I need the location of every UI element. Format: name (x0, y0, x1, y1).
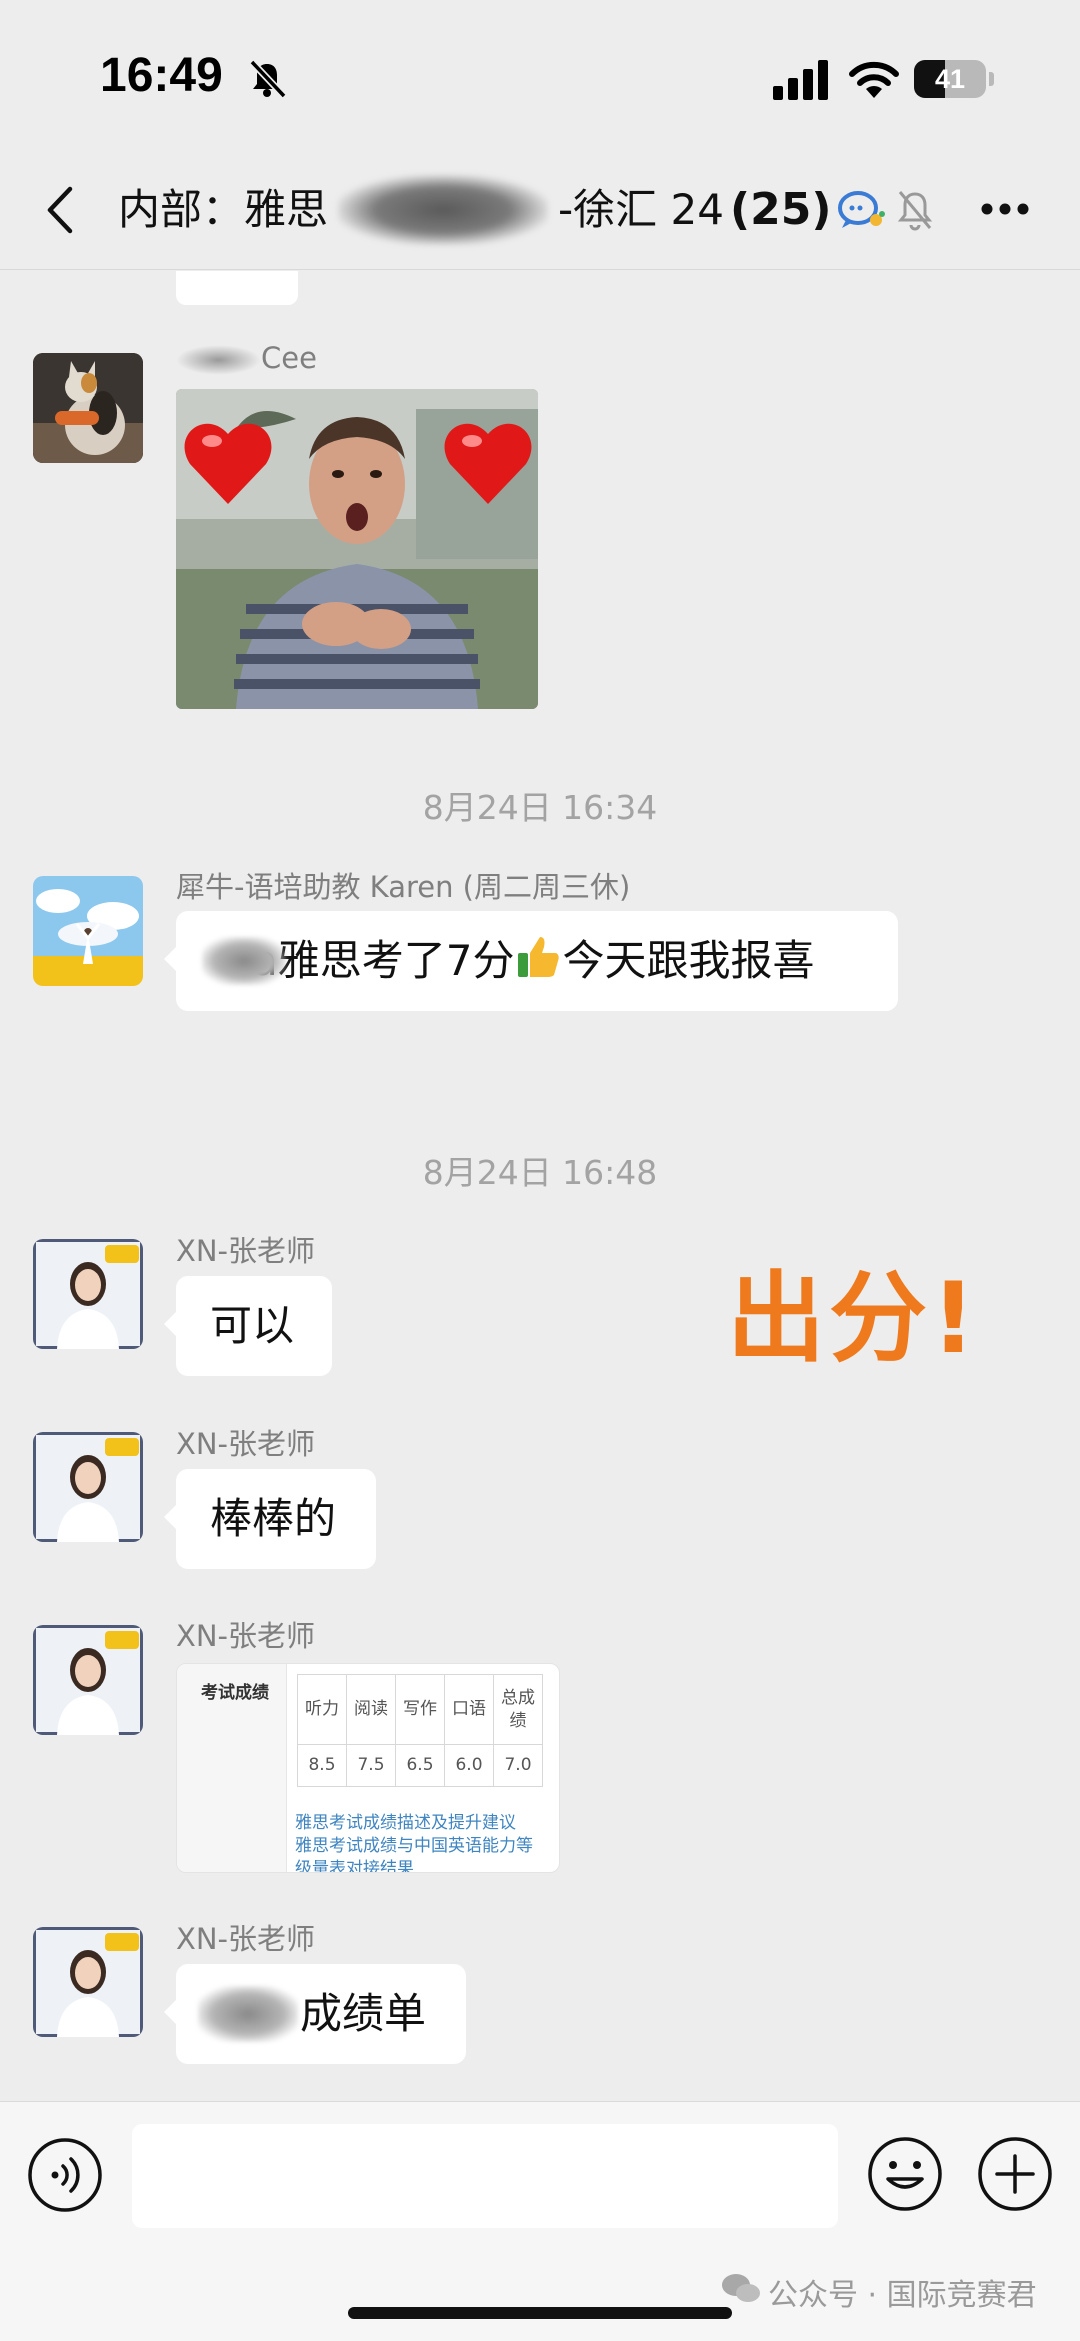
cat-avatar-image (33, 353, 143, 463)
score-link[interactable]: 级量表对接结果 (295, 1854, 414, 1872)
battery-indicator: 41 (914, 60, 986, 98)
score-card-title: 考试成绩 (201, 1683, 269, 1703)
more-options-icon[interactable] (980, 202, 1030, 216)
message-bubble[interactable]: 成绩单 (164, 1964, 466, 2064)
teacher-avatar-image (33, 1927, 143, 2037)
chat-title-prefix: 内部：雅思 (118, 185, 329, 234)
wechat-logo-icon (722, 2274, 760, 2302)
silent-bell-icon (249, 59, 287, 99)
home-indicator (348, 2307, 732, 2319)
avatar-teacher[interactable] (33, 1432, 143, 1542)
wifi-icon (849, 61, 899, 98)
redacted-name-blur (198, 1986, 298, 2042)
score-card-side: 考试成绩 (177, 1664, 287, 1872)
teacher-avatar-image (33, 1432, 143, 1542)
sender-name: Cee (176, 341, 317, 375)
message-bubble[interactable]: 棒棒的 (164, 1469, 376, 1569)
score-header: 总成绩 (493, 1674, 543, 1745)
mute-bell-icon[interactable] (896, 188, 934, 232)
input-bar: 公众号 · 国际竞赛君 (0, 2101, 1080, 2341)
avatar-teacher[interactable] (33, 1927, 143, 2037)
battery-cap (989, 72, 994, 86)
sender-name-text: Cee (261, 341, 317, 375)
battery-level: 41 (934, 64, 966, 94)
redacted-name-blur (202, 937, 286, 985)
score-value: 7.5 (346, 1744, 396, 1787)
chat-title-suffix: -徐汇 24 (558, 185, 724, 234)
emoji-icon[interactable] (866, 2135, 944, 2213)
score-header: 写作 (395, 1674, 445, 1745)
sender-name: XN-张老师 (176, 1427, 316, 1461)
watermark-text: 公众号 · 国际竞赛君 (768, 2278, 1037, 2313)
score-header: 听力 (297, 1674, 347, 1745)
message-list[interactable]: Cee 8月24日 16:34 犀牛-语培助教 Karen (周二周三休) a雅… (0, 271, 1080, 2101)
score-link[interactable]: 雅思考试成绩与中国英语能力等 (295, 1831, 533, 1856)
partial-message-bubble (176, 271, 298, 305)
score-value: 6.0 (444, 1744, 494, 1787)
surprised-man-sticker (176, 389, 538, 709)
teacher-avatar-image (33, 1239, 143, 1349)
score-header: 阅读 (346, 1674, 396, 1745)
signal-icon (773, 60, 828, 100)
avatar-karen[interactable] (33, 876, 143, 986)
chat-header: 内部：雅思 -徐汇 24 (25) (0, 150, 1080, 270)
sender-name: XN-张老师 (176, 1234, 316, 1268)
redacted-title-blur (338, 175, 548, 245)
time-divider: 8月24日 16:48 (422, 1153, 658, 1192)
time-divider: 8月24日 16:34 (422, 788, 658, 827)
voice-input-icon[interactable] (27, 2137, 103, 2213)
plus-icon[interactable] (976, 2135, 1054, 2213)
score-value: 8.5 (297, 1744, 347, 1787)
score-report-card[interactable]: 考试成绩 听力 阅读 写作 口语 总成绩 8.5 7.5 6.5 6.0 7.0… (176, 1663, 560, 1873)
thumbs-up-emoji (514, 933, 562, 981)
score-header: 口语 (444, 1674, 494, 1745)
member-count: (25) (730, 184, 832, 235)
sky-avatar-image (33, 876, 143, 986)
score-table: 听力 阅读 写作 口语 总成绩 8.5 7.5 6.5 6.0 7.0 (297, 1674, 543, 1787)
message-text: 成绩单 (300, 1989, 427, 2038)
avatar-teacher[interactable] (33, 1625, 143, 1735)
image-sticker[interactable] (176, 389, 538, 709)
back-arrow-icon[interactable] (40, 183, 80, 237)
message-text-b: 今天跟我报喜 (562, 936, 815, 985)
avatar-cat[interactable] (33, 353, 143, 463)
score-value: 6.5 (395, 1744, 445, 1787)
chat-bubble-translate-icon[interactable] (836, 188, 886, 232)
score-link[interactable]: 雅思考试成绩描述及提升建议 (295, 1808, 516, 1833)
message-bubble[interactable]: a雅思考了7分 今天跟我报喜 (164, 911, 898, 1011)
score-released-overlay: 出分! (727, 1262, 980, 1376)
message-input[interactable] (132, 2124, 838, 2228)
message-text-a: a雅思考了7分 (252, 936, 515, 985)
status-time: 16:49 (100, 49, 223, 102)
avatar-teacher[interactable] (33, 1239, 143, 1349)
sender-name: XN-张老师 (176, 1922, 316, 1956)
teacher-avatar-image (33, 1625, 143, 1735)
score-value: 7.0 (493, 1744, 543, 1787)
message-bubble[interactable]: 可以 (164, 1276, 332, 1376)
sender-name: XN-张老师 (176, 1619, 316, 1653)
sender-name: 犀牛-语培助教 Karen (周二周三休) (176, 870, 631, 904)
status-bar: 16:49 41 (0, 0, 1080, 150)
